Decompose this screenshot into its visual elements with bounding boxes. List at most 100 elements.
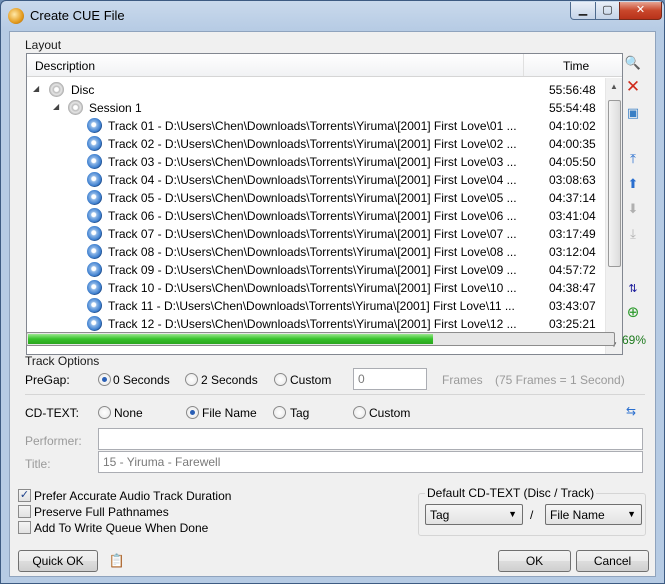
track-label: Track 10 - D:\Users\Chen\Downloads\Torre… <box>108 281 517 295</box>
delete-icon[interactable]: ✕ <box>624 78 642 96</box>
frames-label: Frames <box>442 373 483 387</box>
minimize-button[interactable]: ▁ <box>570 2 596 20</box>
tree-row-disc[interactable]: ◢ Disc 55:56:48 <box>27 81 605 99</box>
tree-row-track[interactable]: Track 02 - D:\Users\Chen\Downloads\Torre… <box>27 135 605 153</box>
tree-row-track[interactable]: Track 10 - D:\Users\Chen\Downloads\Torre… <box>27 279 605 297</box>
tree-row-track[interactable]: Track 01 - D:\Users\Chen\Downloads\Torre… <box>27 117 605 135</box>
cdtext-radio-filename[interactable] <box>186 406 199 419</box>
tree-header: Description Time <box>27 54 622 77</box>
dropdown-arrow-icon: ▼ <box>508 509 517 519</box>
preserve-pathnames-checkbox[interactable] <box>18 505 31 518</box>
track-label: Track 07 - D:\Users\Chen\Downloads\Torre… <box>108 227 517 241</box>
session-icon <box>68 100 83 115</box>
pregap-option-0-label: 0 Seconds <box>113 373 170 387</box>
title-label: Title: <box>25 457 51 471</box>
prefer-accurate-checkbox[interactable]: ✓ <box>18 489 31 502</box>
tree-row-track[interactable]: Track 08 - D:\Users\Chen\Downloads\Torre… <box>27 243 605 261</box>
move-top-icon[interactable]: ⤒ <box>624 150 642 168</box>
track-label: Track 12 - D:\Users\Chen\Downloads\Torre… <box>108 317 517 331</box>
tree-vertical-scrollbar[interactable]: ▲ ▼ <box>605 78 622 354</box>
default-disc-select[interactable]: Tag ▼ <box>425 504 523 525</box>
audio-track-icon <box>87 154 102 169</box>
close-button[interactable]: ✕ <box>619 2 662 20</box>
move-bottom-icon[interactable]: ⤓ <box>624 225 642 243</box>
track-time: 03:08:63 <box>549 173 596 187</box>
audio-track-icon <box>87 244 102 259</box>
cdtext-option-tag-label: Tag <box>290 406 310 420</box>
collapse-arrow-icon[interactable]: ◢ <box>33 84 39 93</box>
cdtext-radio-custom[interactable] <box>353 406 366 419</box>
layout-tree[interactable]: Description Time ◢ Disc 55:56:48 ◢ Sessi… <box>26 53 623 355</box>
audio-track-icon <box>87 172 102 187</box>
add-to-queue-label: Add To Write Queue When Done <box>34 521 209 535</box>
performer-input[interactable] <box>98 428 643 450</box>
track-time: 04:37:14 <box>549 191 596 205</box>
tree-row-track[interactable]: Track 03 - D:\Users\Chen\Downloads\Torre… <box>27 153 605 171</box>
tree-body: ◢ Disc 55:56:48 ◢ Session 1 55:54:48 Tra… <box>27 78 605 354</box>
pregap-radio-2[interactable] <box>185 373 198 386</box>
title-bar[interactable]: Create CUE File ▁ ▢ ✕ <box>1 1 664 31</box>
progress-percent: 69% <box>622 333 647 347</box>
tree-row-track[interactable]: Track 06 - D:\Users\Chen\Downloads\Torre… <box>27 207 605 225</box>
separator <box>25 394 645 395</box>
tree-row-track[interactable]: Track 12 - D:\Users\Chen\Downloads\Torre… <box>27 315 605 333</box>
track-time: 04:00:35 <box>549 137 596 151</box>
column-separator[interactable] <box>523 54 524 76</box>
pregap-option-custom-label: Custom <box>290 373 332 387</box>
maximize-button[interactable]: ▢ <box>595 2 620 20</box>
clipboard-icon[interactable]: 📋 <box>108 552 126 570</box>
track-time: 03:43:07 <box>549 299 596 313</box>
disc-time: 55:56:48 <box>549 83 596 97</box>
track-time: 03:41:04 <box>549 209 596 223</box>
move-down-icon[interactable]: ⬇ <box>624 200 642 218</box>
tree-row-track[interactable]: Track 04 - D:\Users\Chen\Downloads\Torre… <box>27 171 605 189</box>
track-label: Track 02 - D:\Users\Chen\Downloads\Torre… <box>108 137 517 151</box>
frames-hint: (75 Frames = 1 Second) <box>495 373 625 387</box>
swap-icon[interactable]: ⇆ <box>622 402 640 420</box>
cancel-button[interactable]: Cancel <box>576 550 649 572</box>
track-time: 04:10:02 <box>549 119 596 133</box>
audio-track-icon <box>87 208 102 223</box>
track-time: 04:57:72 <box>549 263 596 277</box>
track-time: 03:25:21 <box>549 317 596 331</box>
pregap-custom-input[interactable]: 0 <box>353 368 427 390</box>
title-input[interactable]: 15 - Yiruma - Farewell <box>98 451 643 473</box>
column-description[interactable]: Description <box>35 59 95 73</box>
move-up-icon[interactable]: ⬆ <box>624 175 642 193</box>
quick-ok-button[interactable]: Quick OK <box>18 550 98 572</box>
session-label: Session 1 <box>89 101 142 115</box>
cdtext-radio-tag[interactable] <box>273 406 286 419</box>
sort-icon[interactable]: ⇅ <box>624 280 642 298</box>
audio-track-icon <box>87 190 102 205</box>
collapse-arrow-icon[interactable]: ◢ <box>53 102 59 111</box>
pregap-radio-custom[interactable] <box>274 373 287 386</box>
prefer-accurate-label: Prefer Accurate Audio Track Duration <box>34 489 232 503</box>
add-to-queue-checkbox[interactable] <box>18 521 31 534</box>
column-time[interactable]: Time <box>563 59 589 73</box>
tree-row-session[interactable]: ◢ Session 1 55:54:48 <box>27 99 605 117</box>
add-icon[interactable]: ⊕ <box>624 304 642 322</box>
tree-row-track[interactable]: Track 07 - D:\Users\Chen\Downloads\Torre… <box>27 225 605 243</box>
pregap-radio-0[interactable] <box>98 373 111 386</box>
create-cue-window: Create CUE File ▁ ▢ ✕ Layout Description… <box>0 0 665 584</box>
track-label: Track 03 - D:\Users\Chen\Downloads\Torre… <box>108 155 517 169</box>
clear-icon[interactable]: ▣ <box>624 104 642 122</box>
scroll-thumb[interactable] <box>608 100 621 267</box>
tree-row-track[interactable]: Track 05 - D:\Users\Chen\Downloads\Torre… <box>27 189 605 207</box>
performer-label: Performer: <box>25 434 82 448</box>
track-label: Track 01 - D:\Users\Chen\Downloads\Torre… <box>108 119 517 133</box>
default-track-value: File Name <box>550 508 605 522</box>
dialog-body: Layout Description Time ◢ Disc 55:56:48 … <box>9 31 656 577</box>
tree-row-track[interactable]: Track 09 - D:\Users\Chen\Downloads\Torre… <box>27 261 605 279</box>
cdtext-radio-none[interactable] <box>98 406 111 419</box>
track-label: Track 06 - D:\Users\Chen\Downloads\Torre… <box>108 209 517 223</box>
session-time: 55:54:48 <box>549 101 596 115</box>
cdtext-option-filename-label: File Name <box>202 406 257 420</box>
ok-button[interactable]: OK <box>498 550 571 572</box>
tree-row-track[interactable]: Track 11 - D:\Users\Chen\Downloads\Torre… <box>27 297 605 315</box>
default-track-select[interactable]: File Name ▼ <box>545 504 642 525</box>
open-icon[interactable]: 🔍 <box>624 54 642 72</box>
scroll-up-icon[interactable]: ▲ <box>610 82 618 91</box>
default-disc-value: Tag <box>430 508 450 522</box>
track-time: 03:12:04 <box>549 245 596 259</box>
